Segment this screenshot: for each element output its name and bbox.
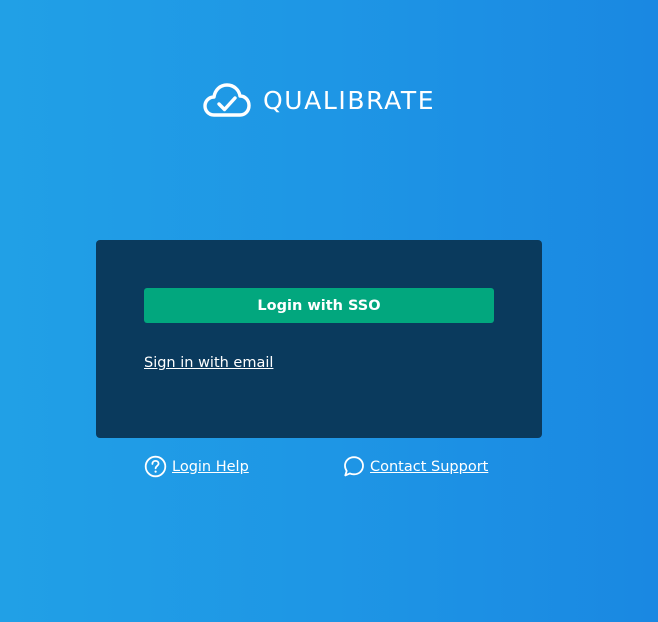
login-sso-button[interactable]: Login with SSO [144, 288, 494, 323]
login-help-label: Login Help [172, 458, 249, 475]
login-card: Login with SSO Sign in with email [96, 240, 542, 438]
cloud-check-icon [203, 80, 251, 120]
chat-bubble-icon [343, 455, 365, 478]
question-circle-icon [144, 455, 167, 478]
contact-support-link[interactable]: Contact Support [343, 455, 488, 478]
login-help-link[interactable]: Login Help [144, 455, 249, 478]
brand-name: QUALIBRATE [263, 85, 436, 115]
contact-support-label: Contact Support [370, 458, 489, 475]
brand-logo: QUALIBRATE [203, 80, 435, 120]
sign-in-email-link[interactable]: Sign in with email [144, 355, 273, 371]
